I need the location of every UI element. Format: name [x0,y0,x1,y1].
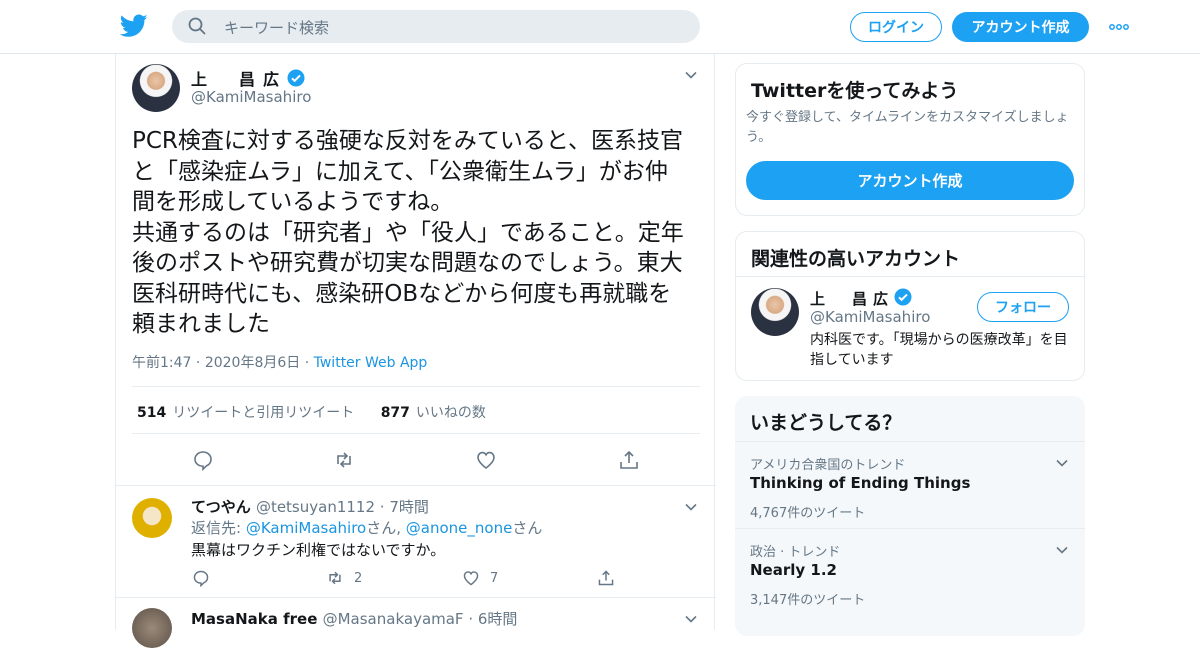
chevron-down-icon[interactable] [684,500,698,514]
like-action[interactable]: 7 [462,569,498,587]
related-avatar[interactable] [751,288,799,336]
signup-card-button[interactable]: アカウント作成 [746,161,1074,200]
reply-avatar[interactable] [132,608,172,648]
chevron-down-icon[interactable] [1055,543,1069,557]
divider [736,276,1084,277]
like-stat[interactable]: 877 いいねの数 [381,405,486,421]
reply-tweet[interactable]: MasaNaka free @MasanakayamaF · 6時間 [116,597,716,648]
tweet-source-link[interactable]: Twitter Web App [314,355,428,371]
like-label: いいねの数 [415,405,486,421]
reply-author-name[interactable]: MasaNaka free [191,610,317,628]
author-avatar[interactable] [132,64,180,112]
reply-avatar[interactable] [132,498,172,538]
tweet-meta: 午前1:47 · 2020年8月6日 · Twitter Web App [132,355,428,371]
tweet-date: 2020年8月6日 [204,355,301,371]
reply-author[interactable]: てつやん @tetsuyan1112 · 7時間 [191,496,429,517]
twitter-bird-icon[interactable] [120,14,148,38]
chevron-down-icon[interactable] [684,612,698,626]
retweet-action[interactable]: 2 [326,569,362,587]
reply-to-link[interactable]: @KamiMasahiro [246,519,366,537]
reply-time[interactable]: 6時間 [478,610,518,628]
follow-button[interactable]: フォロー [977,292,1069,322]
trends-card: いまどうしてる？ アメリカ合衆国のトレンド Thinking of Ending… [735,396,1085,636]
chevron-down-icon[interactable] [684,68,698,82]
author-handle[interactable]: @KamiMasahiro [191,88,311,106]
trend-item[interactable]: 政治 · トレンド Nearly 1.2 3,147件のツイート [735,528,1085,615]
retweet-count: 514 [137,405,167,421]
heart-icon[interactable] [475,449,497,471]
trend-name[interactable]: Nearly 1.2 [750,561,837,579]
reply-to-line: 返信先: @KamiMasahiroさん, @anone_noneさん [191,517,542,538]
more-icon[interactable] [1108,18,1130,36]
retweet-stat[interactable]: 514 リツイートと引用リツイート [137,405,354,421]
reply-text: 黒幕はワクチン利権ではないですか。 [191,541,446,559]
trend-category: 政治 · トレンド [750,545,841,560]
related-bio: 内科医です。「現場からの医療改革」を目指しています [810,332,1068,368]
like-count: 7 [490,570,499,586]
reply-icon[interactable] [192,449,214,471]
reply-tweet[interactable]: てつやん @tetsuyan1112 · 7時間 返信先: @KamiMasah… [116,485,716,597]
trend-category: アメリカ合衆国のトレンド [750,458,906,473]
retweet-count: 2 [354,570,363,586]
signup-button[interactable]: アカウント作成 [952,12,1089,42]
author-name[interactable]: 上 昌広 [191,66,305,90]
reply-action[interactable] [192,569,210,587]
share-icon[interactable] [597,569,615,587]
signup-card-subtitle: 今すぐ登録して、タイムラインをカスタマイズしましょう。 [746,110,1069,145]
reply-to-prefix: 返信先: [191,519,242,537]
verified-badge-icon [287,69,305,87]
trend-count: 3,147件のツイート [750,593,866,608]
divider [132,386,700,387]
reply-author-handle[interactable]: @tetsuyan1112 [256,498,375,516]
trend-name[interactable]: Thinking of Ending Things [750,474,970,492]
signup-card: Twitterを使ってみよう 今すぐ登録して、タイムラインをカスタマイズしましょ… [735,63,1085,216]
like-count: 877 [380,405,410,421]
retweet-label: リツイートと引用リツイート [172,405,355,421]
reply-to-separator: さん, [366,519,401,537]
retweet-icon[interactable] [326,569,344,587]
heart-icon[interactable] [462,569,480,587]
retweet-icon[interactable] [333,449,355,471]
login-button[interactable]: ログイン [850,12,942,42]
tweet-column: 上 昌広 @KamiMasahiro PCR検査に対する強硬な反対をみていると、… [115,54,716,648]
related-name-text[interactable]: 上 昌広 [810,290,894,308]
search-bar[interactable]: キーワード検索 [172,10,700,43]
related-handle[interactable]: @KamiMasahiro [810,308,930,326]
reply-to-link[interactable]: @anone_none [406,519,513,537]
trend-item[interactable]: アメリカ合衆国のトレンド Thinking of Ending Things 4… [735,441,1085,528]
reply-author-handle[interactable]: @MasanakayamaF [323,610,464,628]
reply-author-name[interactable]: てつやん [191,498,251,516]
trend-count: 4,767件のツイート [750,506,866,521]
related-accounts-card: 関連性の高いアカウント 上 昌広 @KamiMasahiro フォロー 内科医で… [735,231,1085,381]
reply-icon[interactable] [192,569,210,587]
divider [132,433,700,434]
share-icon[interactable] [618,449,640,471]
reply-author[interactable]: MasaNaka free @MasanakayamaF · 6時間 [191,608,517,629]
verified-badge-icon [894,288,912,306]
tweet-time: 午前1:47 [132,355,192,371]
reply-time[interactable]: 7時間 [389,498,429,516]
tweet-stats: 514 リツイートと引用リツイート 877 いいねの数 [137,402,486,422]
share-action[interactable] [597,569,615,587]
trends-title: いまどうしてる？ [750,412,902,434]
search-icon [188,17,206,35]
tweet-text: PCR検査に対する強硬な反対をみていると、医系技官 と「感染症ムラ」に加えて、「… [132,128,684,337]
related-name[interactable]: 上 昌広 [810,288,912,309]
search-placeholder[interactable]: キーワード検索 [224,17,329,38]
chevron-down-icon[interactable] [1055,456,1069,470]
reply-to-suffix: さん [512,519,543,537]
author-name-text[interactable]: 上 昌広 [191,70,287,89]
top-bar: キーワード検索 ログイン アカウント作成 [0,0,1200,54]
